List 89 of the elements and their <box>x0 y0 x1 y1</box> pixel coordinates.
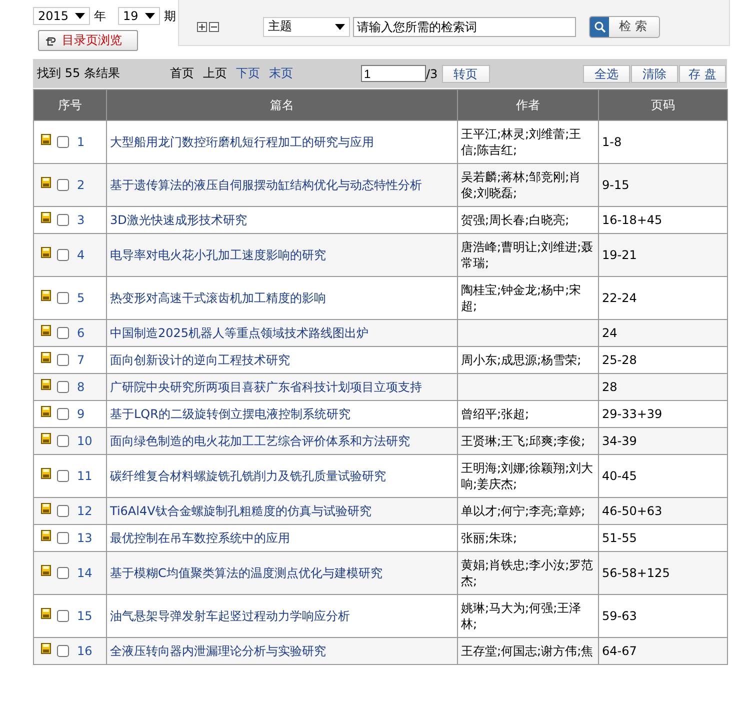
row-checkbox[interactable] <box>57 567 69 579</box>
column-header: 篇名 <box>106 90 458 120</box>
row-number: 1 <box>77 134 85 150</box>
row-checkbox[interactable] <box>57 292 69 304</box>
authors-text: 黄娟;肖铁忠;李小汝;罗范杰; <box>461 558 594 588</box>
row-checkbox[interactable] <box>57 249 69 261</box>
authors-text: 单以才;何宁;李亮;章婷; <box>461 504 586 518</box>
row-number: 9 <box>77 406 85 422</box>
action-button[interactable]: 存 盘 <box>679 64 726 82</box>
year-select[interactable]: 2015 <box>33 7 90 25</box>
row-checkbox[interactable] <box>57 327 69 339</box>
page-range: 1-8 <box>602 135 622 149</box>
row-number: 5 <box>77 290 85 306</box>
authors-text: 王贤琳;王飞;邱爽;李俊; <box>461 434 586 448</box>
page-range: 28 <box>602 380 618 394</box>
row-checkbox[interactable] <box>57 408 69 420</box>
minus-icon[interactable] <box>209 22 219 32</box>
authors-text: 王平江;林灵;刘维蕾;王信;陈吉红; <box>461 127 582 157</box>
row-checkbox[interactable] <box>57 645 69 657</box>
result-count: 找到 55 条结果 <box>37 65 121 82</box>
page-range: 64-67 <box>602 644 637 658</box>
issue-select[interactable]: 19 <box>118 7 160 25</box>
row-checkbox[interactable] <box>57 435 69 447</box>
caret-icon <box>335 24 345 30</box>
authors-text: 陶桂宝;钟金龙;杨中;宋超; <box>461 283 582 313</box>
authors-text: 姚琳;马大为;何强;王泽林; <box>461 601 582 631</box>
row-number: 4 <box>77 247 85 263</box>
search-field[interactable]: 请输入您所需的检索词 <box>353 16 576 36</box>
row-number: 7 <box>77 352 85 368</box>
row-number: 13 <box>77 530 92 546</box>
row-checkbox[interactable] <box>57 381 69 393</box>
caret-icon <box>75 13 85 19</box>
action-button[interactable]: 清除 <box>631 64 678 82</box>
page-range: 29-33+39 <box>602 407 662 421</box>
page-range: 46-50+63 <box>602 504 662 518</box>
page-range: 9-15 <box>602 178 630 192</box>
column-header: 作者 <box>458 90 598 120</box>
page-range: 51-55 <box>602 531 637 545</box>
page-range: 22-24 <box>602 291 637 305</box>
page-input[interactable]: 1 <box>361 65 426 82</box>
authors-text: 曾绍平;张超; <box>461 407 530 421</box>
authors-text: 唐浩峰;曹明让;刘维进;聂常瑞; <box>461 240 594 270</box>
page-range: 25-28 <box>602 353 637 367</box>
authors-text: 周小东;成思源;杨雪荣; <box>461 353 582 367</box>
row-number: 14 <box>77 565 92 581</box>
page-range: 34-39 <box>602 434 637 448</box>
page-range: 16-18+45 <box>602 213 662 227</box>
page-range: 56-58+125 <box>602 566 670 580</box>
row-number: 12 <box>77 503 92 519</box>
row-checkbox[interactable] <box>57 214 69 226</box>
authors-text: 王明海;刘娜;徐颖翔;刘大响;姜庆杰; <box>461 461 594 491</box>
page-total: /3 <box>426 66 438 80</box>
authors-text: 张丽;朱珠; <box>461 531 518 545</box>
row-checkbox[interactable] <box>57 470 69 482</box>
page-range: 40-45 <box>602 469 637 483</box>
search-icon <box>594 20 606 32</box>
row-number: 10 <box>77 433 92 449</box>
column-header: 页码 <box>598 90 728 120</box>
year-label: 年 <box>94 8 106 24</box>
row-checkbox[interactable] <box>57 532 69 544</box>
row-number: 6 <box>77 325 85 341</box>
issue-label: 期 <box>164 8 176 24</box>
page-range: 19-21 <box>602 248 637 262</box>
search-button[interactable]: 检 索 <box>589 16 660 38</box>
row-checkbox[interactable] <box>57 505 69 517</box>
row-checkbox[interactable] <box>57 610 69 622</box>
page-range: 24 <box>602 326 618 340</box>
row-number: 11 <box>77 468 92 484</box>
caret-icon <box>145 13 155 19</box>
browse-button[interactable]: 目录页浏览 <box>38 30 138 51</box>
row-checkbox[interactable] <box>57 136 69 148</box>
pager-link[interactable]: 下页 <box>236 65 260 82</box>
authors-text: 王存堂;何国志;谢方伟;焦 <box>461 644 594 658</box>
row-number: 16 <box>77 643 92 659</box>
authors-text: 吴若麟;蒋林;邹竞刚;肖俊;刘晓磊; <box>461 170 582 200</box>
row-number: 2 <box>77 177 85 193</box>
page-range: 59-63 <box>602 609 637 623</box>
field-select[interactable]: 主题 <box>263 16 350 36</box>
column-header: 序号 <box>34 90 106 120</box>
row-number: 3 <box>77 212 85 228</box>
authors-text: 贺强;周长春;白晓亮; <box>461 213 570 227</box>
row-checkbox[interactable] <box>57 354 69 366</box>
plus-icon[interactable] <box>197 22 207 32</box>
row-number: 15 <box>77 608 92 624</box>
row-number: 8 <box>77 379 85 395</box>
row-checkbox[interactable] <box>57 179 69 191</box>
action-button[interactable]: 全选 <box>583 64 630 82</box>
pager-link[interactable]: 末页 <box>269 65 293 82</box>
go-button[interactable]: 转页 <box>442 64 490 82</box>
